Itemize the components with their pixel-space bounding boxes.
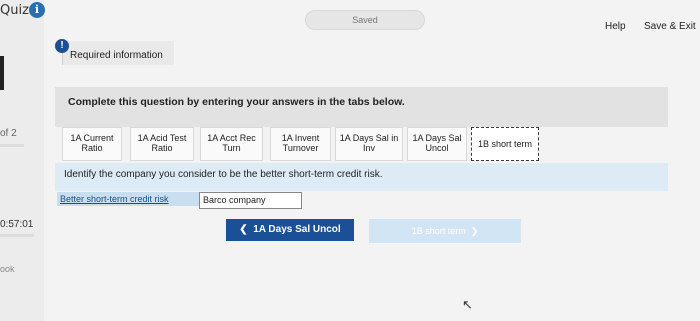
required-info-label: Required information (70, 50, 163, 61)
instruction-panel: Complete this question by entering your … (55, 87, 668, 127)
answer-row-label: Better short-term credit risk (57, 192, 199, 206)
tab-1a-current-ratio[interactable]: 1A Current Ratio (62, 127, 122, 161)
tab-label: 1B short term (477, 139, 533, 149)
tab-label: Inv (362, 143, 375, 153)
tab-label: Turnover (282, 143, 319, 153)
tab-label: Ratio (81, 143, 103, 153)
timer-underline (0, 234, 34, 237)
tab-1a-days-sal-in-inv[interactable]: 1A Days Sal in Inv (335, 127, 403, 161)
progress-indicator (0, 56, 4, 90)
question-text: Identify the company you consider to be … (64, 169, 383, 180)
tab-label: Uncol (425, 143, 449, 153)
credit-risk-select[interactable]: Barco company (199, 192, 302, 209)
chevron-right-icon: ❯ (465, 226, 479, 236)
alert-icon: ! (55, 39, 69, 53)
progress-underline (0, 144, 24, 147)
mouse-cursor-icon: ↖ (462, 297, 473, 312)
tab-label: 1A Days Sal (412, 133, 462, 143)
timer-readout: 0:57:01 (0, 219, 34, 230)
tab-label: 1A Current (70, 133, 114, 143)
tab-1a-acct-rec-turn[interactable]: 1A Acct Rec Turn (200, 127, 263, 161)
save-exit-button[interactable]: Save & Exit (644, 21, 696, 32)
tab-label: Turn (222, 143, 241, 153)
tab-label: 1A Acct Rec (207, 133, 256, 143)
tab-label: 1A Days Sal in (339, 133, 399, 143)
tab-1a-invent-turnover[interactable]: 1A Invent Turnover (270, 127, 331, 161)
help-button[interactable]: Help (605, 21, 626, 32)
saved-status-badge: Saved (305, 10, 425, 30)
tab-1a-days-sal-uncol[interactable]: 1A Days Sal Uncol (407, 127, 467, 161)
quiz-title: Quiz (0, 3, 29, 18)
info-icon[interactable]: i (29, 2, 45, 18)
chevron-left-icon: ❮ (239, 224, 254, 235)
question-band: Identify the company you consider to be … (55, 163, 668, 191)
question-progress-label: of 2 (0, 128, 17, 139)
tab-label: 1A Acid Test (137, 133, 187, 143)
instruction-text: Complete this question by entering your … (68, 96, 405, 108)
next-tab-label: 1B short term (411, 226, 466, 236)
prev-tab-button[interactable]: ❮ 1A Days Sal Uncol (226, 219, 354, 241)
tab-1a-acid-test-ratio[interactable]: 1A Acid Test Ratio (130, 127, 194, 161)
tab-1b-short-term[interactable]: 1B short term (471, 127, 539, 161)
tab-label: 1A Invent (281, 133, 320, 143)
prev-tab-label: 1A Days Sal Uncol (253, 224, 341, 235)
tab-label: Ratio (151, 143, 173, 153)
ebook-link[interactable]: ook (0, 264, 15, 274)
next-tab-button[interactable]: 1B short term ❯ (369, 219, 521, 243)
